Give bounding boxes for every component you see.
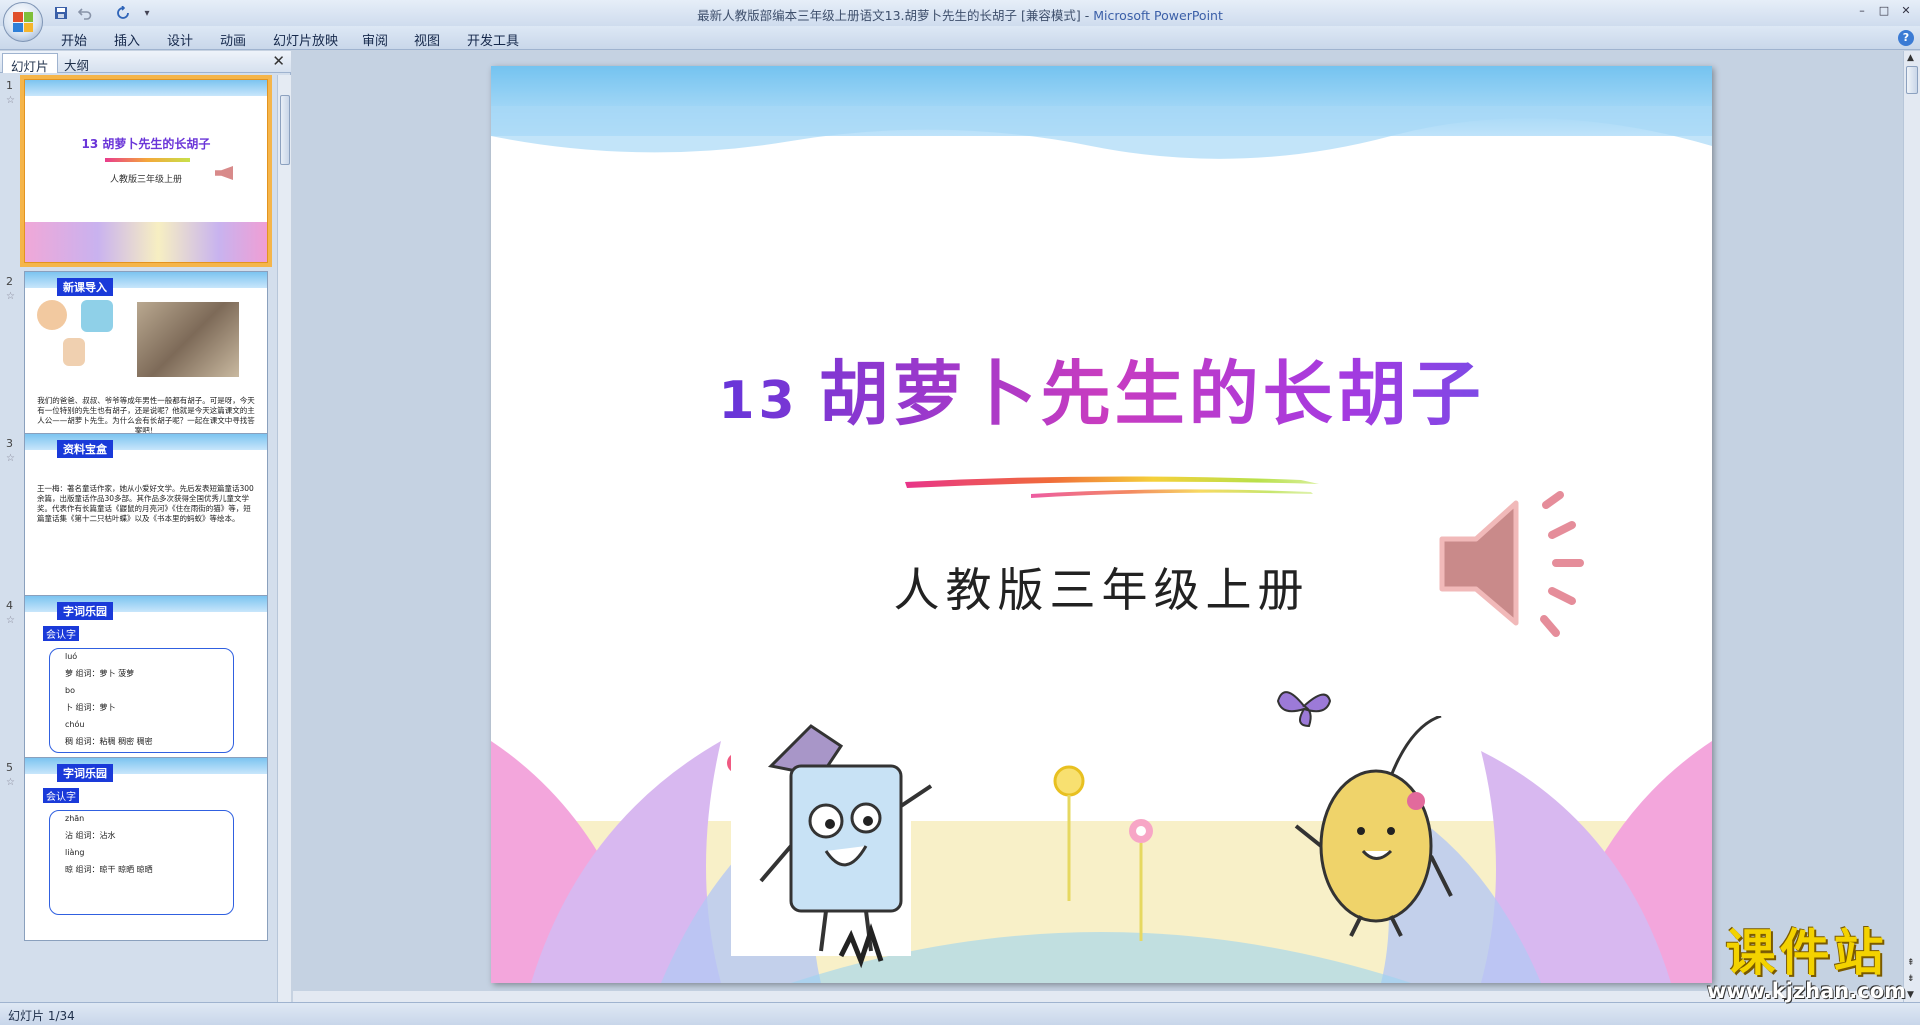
face-icon (81, 300, 113, 332)
scroll-down-icon[interactable]: ▼ (1907, 990, 1914, 1000)
ribbon-tabs: 开始 插入 设计 动画 幻灯片放映 审阅 视图 开发工具 (0, 26, 1920, 50)
slide-scroll-thumb[interactable] (1906, 66, 1918, 94)
document-title: 最新人教版部编本三年级上册语文13.胡萝卜先生的长胡子 [兼容模式] - (697, 8, 1094, 23)
slides-pane: 幻灯片 大纲 ✕ 1 ☆ 13 胡萝卜先生的长胡子 人教版三年级上册 2 ☆ 新… (0, 51, 291, 1002)
slide-number: 2 (6, 275, 13, 288)
tab-slides[interactable]: 幻灯片 (2, 53, 58, 74)
face-icon (63, 338, 85, 366)
face-icon (37, 300, 67, 330)
speaker-icon[interactable] (1438, 491, 1598, 641)
office-button[interactable] (3, 2, 43, 42)
thumb-brush-stroke (105, 158, 190, 162)
word-line: 稠 组词：粘稠 稠密 稠密 (65, 737, 153, 746)
animation-star-icon: ☆ (6, 615, 15, 626)
horizontal-scrollbar[interactable] (293, 991, 1903, 1002)
minimize-button[interactable]: – (1852, 2, 1872, 18)
thumb-title: 13 胡萝卜先生的长胡子 (81, 137, 211, 151)
pane-tabs: 幻灯片 大纲 ✕ (0, 51, 291, 74)
thumb-banner: 资料宝盒 (57, 440, 113, 458)
title-bar: ▾ 最新人教版部编本三年级上册语文13.胡萝卜先生的长胡子 [兼容模式] - M… (0, 0, 1920, 42)
thumb-label: 会认字 (43, 626, 79, 641)
watermark-url: www.kjzhan.com (1706, 979, 1906, 1003)
scroll-up-icon[interactable]: ▲ (1907, 53, 1914, 63)
word-line: 卜 组词：萝卜 (65, 703, 116, 712)
thumb-word-box (49, 810, 234, 915)
thumbnail-row: 1 ☆ 13 胡萝卜先生的长胡子 人教版三年级上册 (0, 75, 275, 271)
book-character (731, 716, 933, 969)
tab-developer[interactable]: 开发工具 (467, 30, 519, 49)
tab-animations[interactable]: 动画 (220, 30, 246, 49)
close-button[interactable]: ✕ (1896, 2, 1916, 18)
word-line: 萝 组词：萝卜 菠萝 (65, 669, 135, 678)
watermark-main: 课件站 (1725, 924, 1888, 982)
slide-thumbnail-1[interactable]: 13 胡萝卜先生的长胡子 人教版三年级上册 (20, 75, 272, 267)
animation-star-icon: ☆ (6, 453, 15, 464)
thumb-petals (25, 222, 267, 262)
slide-scrollbar[interactable]: ▲ ⇞ ⇟ ▼ (1903, 51, 1920, 1002)
status-bar: 幻灯片 1/34 (0, 1002, 1920, 1025)
pinyin-line: luó (65, 652, 78, 661)
slide-thumbnail-3[interactable]: 资料宝盒 王一梅：著名童话作家，她从小爱好文学。先后发表短篇童话300余篇，出版… (24, 433, 268, 617)
pinyin-line: liàng (65, 848, 85, 857)
tab-outline[interactable]: 大纲 (56, 53, 97, 73)
tab-review[interactable]: 审阅 (362, 30, 388, 49)
potato-character (1294, 716, 1453, 937)
sky-wave (491, 106, 1712, 159)
pinyin-line: chóu (65, 720, 85, 729)
thumb-label: 会认字 (43, 788, 79, 803)
thumb-banner: 新课导入 (57, 278, 113, 296)
animation-star-icon: ☆ (6, 291, 15, 302)
thumb-sky (25, 80, 267, 96)
window-controls: – □ ✕ (1852, 2, 1916, 18)
bottom-scene (491, 739, 1712, 983)
slide-number: 3 (6, 437, 13, 450)
next-slide-icon[interactable]: ⇟ (1907, 974, 1915, 984)
thumbnail-row: 2 ☆ 新课导入 我们的爸爸、叔叔、爷爷等成年男性一般都有胡子。可是呀，今天有一… (0, 271, 275, 455)
tab-insert[interactable]: 插入 (114, 30, 140, 49)
office-logo-icon (13, 12, 33, 32)
pane-scrollbar[interactable] (277, 75, 291, 1002)
thumbnail-row: 4 ☆ 字词乐园 会认字 luó 萝 组词：萝卜 菠萝 bo 卜 组词：萝卜 c… (0, 595, 275, 779)
watermark-logo: 课件站 www.kjzhan.com (1707, 913, 1906, 1003)
pinyin-line: bo (65, 686, 75, 695)
lesson-title: 胡萝卜先生的长胡子 (818, 353, 1485, 435)
word-line: 晾 组词：晾干 晾晒 晾晒 (65, 865, 153, 874)
lesson-number: 13 (718, 371, 799, 431)
thumb-photo (137, 302, 239, 377)
tab-home[interactable]: 开始 (61, 30, 87, 49)
thumb-banner: 字词乐园 (57, 764, 113, 782)
thumb-banner: 字词乐园 (57, 602, 113, 620)
slide-thumbnail-4[interactable]: 字词乐园 会认字 luó 萝 组词：萝卜 菠萝 bo 卜 组词：萝卜 chóu … (24, 595, 268, 779)
slide-counter: 幻灯片 1/34 (8, 1009, 75, 1023)
brush-stroke (905, 476, 1319, 498)
close-pane-icon[interactable]: ✕ (272, 52, 285, 70)
app-name: Microsoft PowerPoint (1093, 8, 1223, 23)
tab-view[interactable]: 视图 (414, 30, 440, 49)
slide-thumbnail-2[interactable]: 新课导入 我们的爸爸、叔叔、爷爷等成年男性一般都有胡子。可是呀，今天有一位特别的… (24, 271, 268, 455)
maximize-button[interactable]: □ (1874, 2, 1894, 18)
slide-thumbnail-5[interactable]: 字词乐园 会认字 zhān 沾 组词：沾水 liàng 晾 组词：晾干 晾晒 晾… (24, 757, 268, 941)
thumb-body-text: 我们的爸爸、叔叔、爷爷等成年男性一般都有胡子。可是呀，今天有一位特别的先生也有胡… (37, 396, 255, 435)
pane-scroll-thumb[interactable] (280, 95, 290, 165)
thumbnail-row: 3 ☆ 资料宝盒 王一梅：著名童话作家，她从小爱好文学。先后发表短篇童话300余… (0, 433, 275, 617)
current-slide[interactable]: 13 胡萝卜先生的长胡子 人教版三年级上册 (491, 66, 1712, 983)
tab-slideshow[interactable]: 幻灯片放映 (273, 30, 338, 49)
help-icon[interactable]: ? (1898, 30, 1914, 46)
window-title: 最新人教版部编本三年级上册语文13.胡萝卜先生的长胡子 [兼容模式] - Mic… (0, 5, 1920, 24)
thumbnail-list: 1 ☆ 13 胡萝卜先生的长胡子 人教版三年级上册 2 ☆ 新课导入 我们的爸爸… (0, 75, 275, 1002)
pinyin-line: zhān (65, 814, 85, 823)
word-line: 沾 组词：沾水 (65, 831, 116, 840)
animation-star-icon: ☆ (6, 777, 15, 788)
thumb-body-text: 王一梅：著名童话作家，她从小爱好文学。先后发表短篇童话300余篇，出版童话作品3… (37, 484, 254, 523)
slide-title[interactable]: 13 胡萝卜先生的长胡子 (491, 338, 1712, 439)
animation-star-icon: ☆ (6, 95, 15, 106)
slide-number: 1 (6, 79, 13, 92)
slide-number: 5 (6, 761, 13, 774)
thumbnail-row: 5 ☆ 字词乐园 会认字 zhān 沾 组词：沾水 liàng 晾 组词：晾干 … (0, 757, 275, 941)
prev-slide-icon[interactable]: ⇞ (1907, 958, 1915, 968)
tab-design[interactable]: 设计 (167, 30, 193, 49)
slide-number: 4 (6, 599, 13, 612)
